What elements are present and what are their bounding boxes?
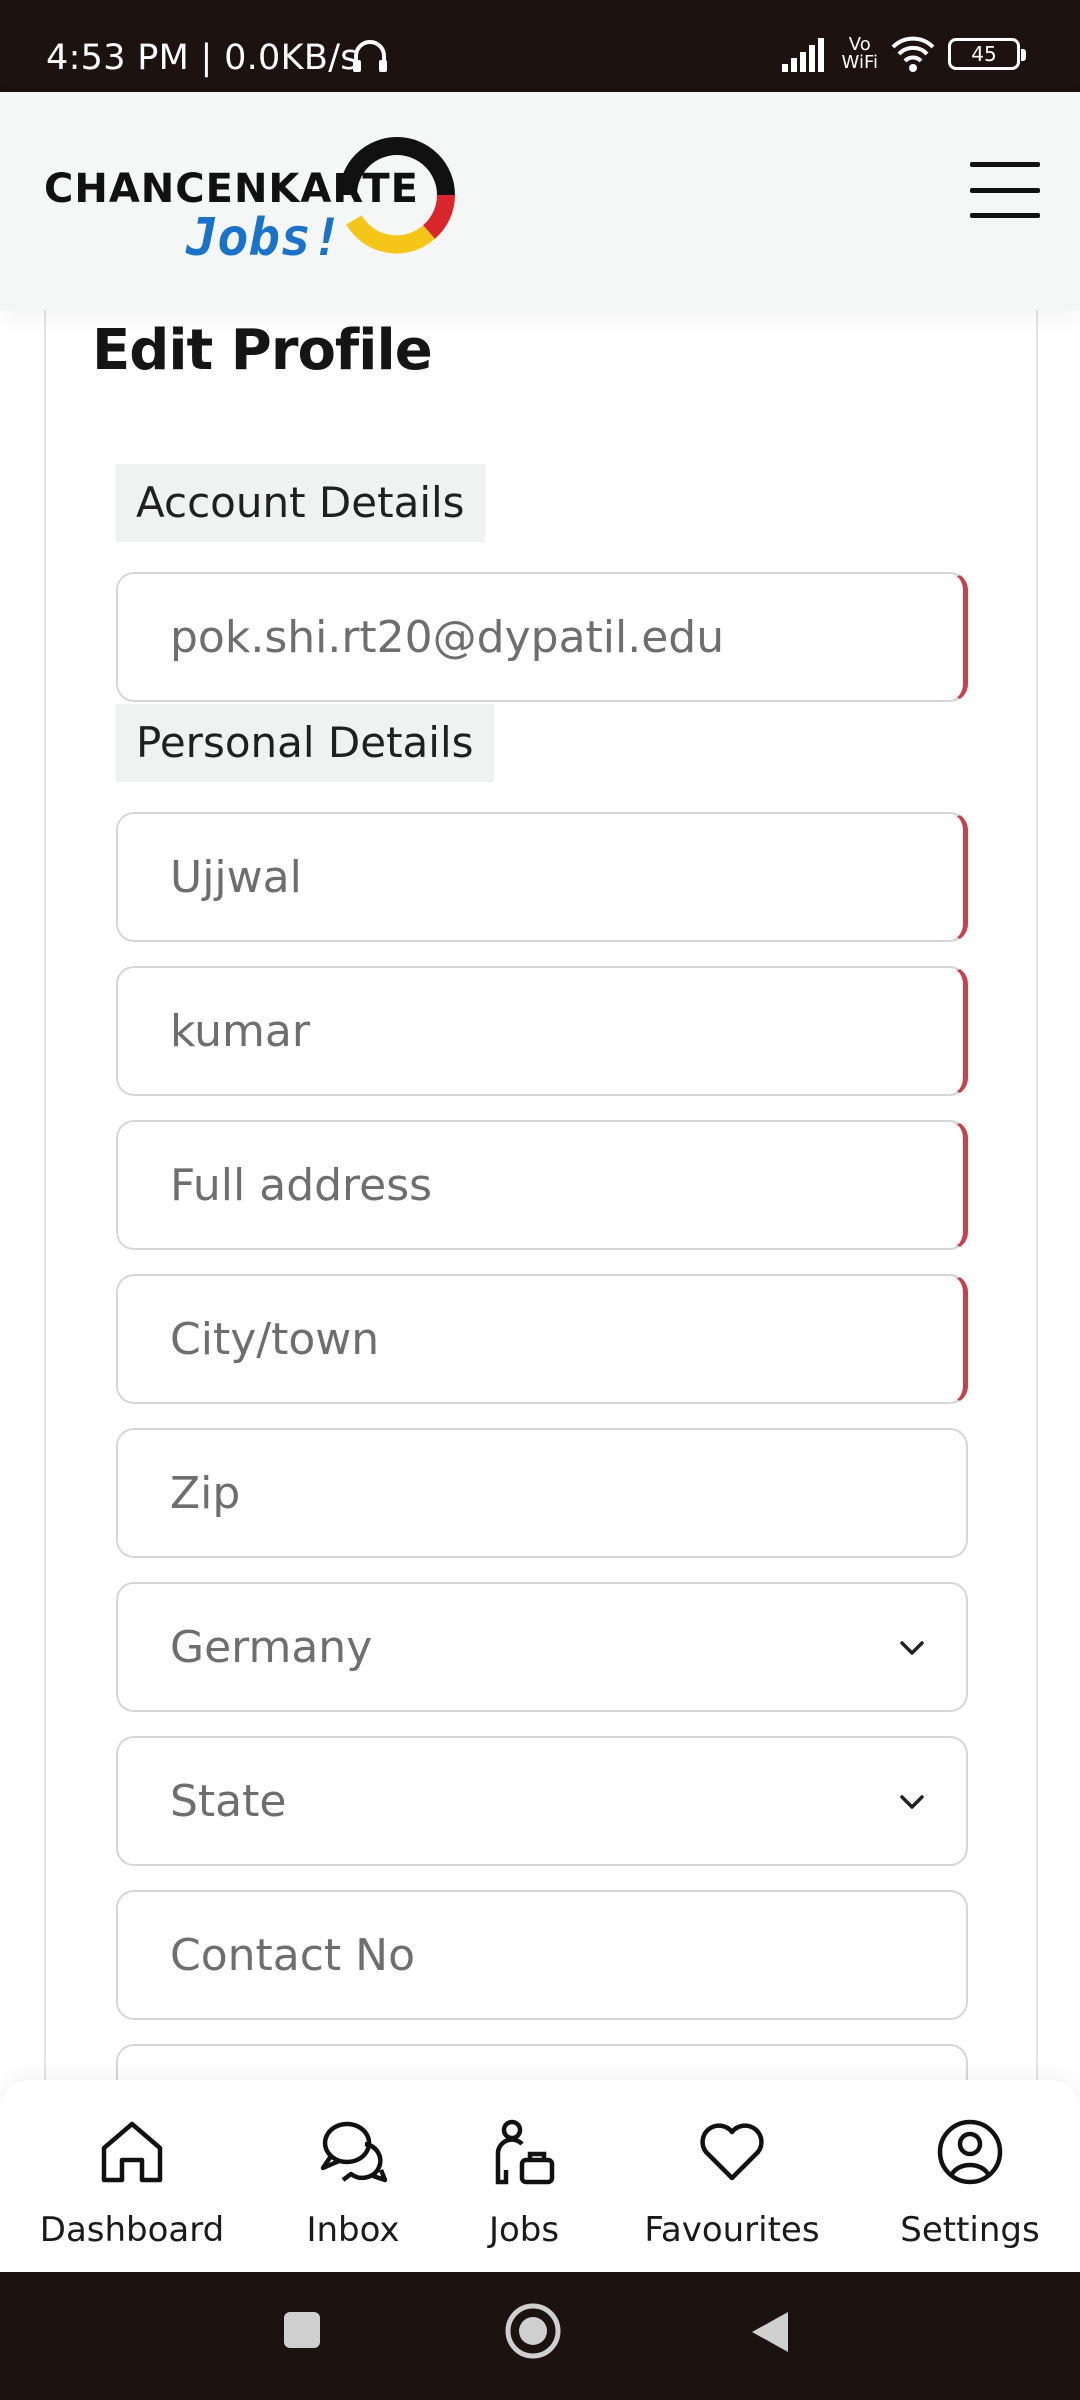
- vowifi-label: Vo WiFi: [841, 34, 878, 73]
- first-name-field[interactable]: Ujjwal: [116, 812, 968, 942]
- nav-favourites[interactable]: Favourites: [640, 2114, 824, 2250]
- wifi-icon: [891, 36, 935, 72]
- logo[interactable]: CHANCENKARTE Jobs!: [44, 132, 464, 282]
- nav-label: Favourites: [644, 2210, 820, 2250]
- nav-label: Inbox: [306, 2210, 400, 2250]
- bottom-nav: Dashboard Inbox Jobs Favourites Settings: [0, 2080, 1080, 2272]
- headphone-icon: [353, 40, 387, 72]
- battery-icon: 45: [948, 38, 1026, 70]
- home-icon: [101, 2121, 163, 2183]
- state-select-value: State: [170, 1775, 287, 1827]
- city-field[interactable]: City/town: [116, 1274, 968, 1404]
- nav-dashboard[interactable]: Dashboard: [30, 2114, 234, 2250]
- nav-label: Dashboard: [39, 2210, 225, 2250]
- email-field[interactable]: pok.shi.rt20@dypatil.edu: [116, 572, 968, 702]
- status-bar: 4:53 PM | 0.0KB/s Vo WiFi 45: [0, 0, 1080, 92]
- menu-line: [970, 213, 1040, 218]
- recents-button-icon[interactable]: [280, 2308, 324, 2352]
- nav-settings[interactable]: Settings: [890, 2114, 1050, 2250]
- nav-label: Settings: [900, 2210, 1040, 2250]
- menu-line: [970, 162, 1040, 167]
- app-header: CHANCENKARTE Jobs!: [0, 92, 1080, 310]
- signal-icon: [781, 38, 824, 72]
- edit-profile-card: Edit Profile Account Details pok.shi.rt2…: [44, 300, 1038, 2120]
- heart-icon: [700, 2123, 764, 2181]
- chevron-down-icon: [900, 1795, 924, 1809]
- account-icon: [937, 2119, 1003, 2185]
- menu-line: [970, 187, 1040, 193]
- logo-title: CHANCENKARTE: [44, 166, 419, 212]
- page-title: Edit Profile: [92, 318, 433, 383]
- country-select[interactable]: Germany: [116, 1582, 968, 1712]
- back-button-icon[interactable]: [748, 2308, 792, 2356]
- last-name-field[interactable]: kumar: [116, 966, 968, 1096]
- contact-field[interactable]: Contact No: [116, 1890, 968, 2020]
- next-field-partial[interactable]: [116, 2044, 968, 2084]
- address-field[interactable]: Full address: [116, 1120, 968, 1250]
- section-account-details: Account Details: [116, 464, 485, 542]
- status-icons: Vo WiFi 45: [780, 30, 1026, 78]
- state-select[interactable]: State: [116, 1736, 968, 1866]
- nav-label: Jobs: [488, 2210, 560, 2250]
- home-button-icon[interactable]: [504, 2302, 562, 2360]
- status-time: 4:53 PM | 0.0KB/s: [46, 38, 359, 78]
- jobs-icon: [495, 2119, 555, 2185]
- nav-inbox[interactable]: Inbox: [276, 2114, 430, 2250]
- logo-subtitle: Jobs!: [186, 208, 343, 268]
- hamburger-menu-button[interactable]: [970, 162, 1040, 218]
- country-select-value: Germany: [170, 1621, 373, 1673]
- section-personal-details: Personal Details: [116, 704, 494, 782]
- nav-jobs[interactable]: Jobs: [462, 2114, 586, 2250]
- chat-icon: [320, 2121, 388, 2183]
- chevron-down-icon: [900, 1641, 924, 1655]
- system-nav-bar: [0, 2272, 1080, 2400]
- zip-field[interactable]: Zip: [116, 1428, 968, 1558]
